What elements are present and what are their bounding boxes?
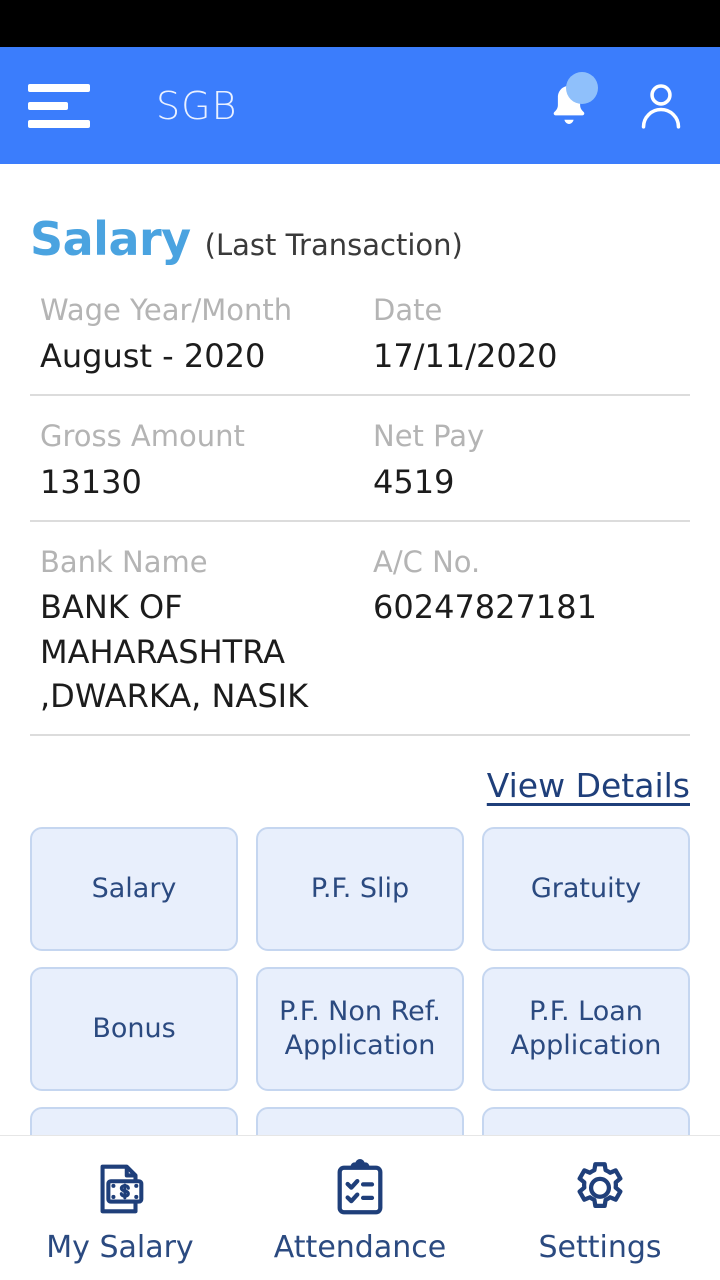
info-cell-date: Date 17/11/2020 [365,292,690,378]
info-label: A/C No. [373,544,481,579]
info-value: 4519 [373,462,455,501]
card-pf-non-ref-application[interactable]: P.F. Non Ref. Application [256,966,464,1091]
card-label: P.F. Loan Application [510,996,662,1061]
card-pf-slip[interactable]: P.F. Slip [256,826,464,951]
info-label: Date [373,293,443,327]
gear-icon [577,1161,623,1208]
bottom-navigation-bar: My Salary Attendance Settings [0,1135,720,1280]
app-bar-actions [546,71,686,132]
clipboard-check-icon [337,1158,383,1214]
view-details-row: View Details [30,736,690,827]
info-cell-account-number: A/C No. 60247827181 [365,544,690,718]
status-bar [0,0,720,47]
nav-item-settings[interactable]: Settings [480,1136,720,1280]
nav-label: My Salary [46,1229,194,1265]
card-label: Bonus [92,1012,176,1044]
nav-label: Attendance [273,1229,447,1265]
notification-badge-dot [566,71,598,104]
card-gratuity[interactable]: Gratuity [482,826,690,951]
info-cell-gross-amount: Gross Amount 13130 [40,418,365,504]
info-cell-net-pay: Net Pay 4519 [365,418,690,504]
app-bar: SGB [0,47,720,164]
card-label: P.F. Non Ref. Application [279,996,441,1061]
info-label: Net Pay [373,418,485,453]
info-cell-bank-name: Bank Name BANK OF MAHARASHTRA ,DWARKA, N… [40,544,365,718]
table-row: Gross Amount 13130 Net Pay 4519 [30,396,690,522]
info-label: Bank Name [40,544,208,579]
info-value: 17/11/2020 [373,336,558,375]
nav-item-attendance[interactable]: Attendance [240,1136,480,1280]
card-bonus[interactable]: Bonus [30,966,238,1091]
document-money-icon [100,1164,144,1213]
table-row: Wage Year/Month August - 2020 Date 17/11… [30,270,690,396]
info-value: 13130 [40,462,142,501]
main-content: Salary (Last Transaction) Wage Year/Mont… [0,164,720,1280]
profile-button[interactable] [636,80,686,132]
info-label: Gross Amount [40,418,245,453]
nav-label: Settings [538,1229,662,1265]
info-value: August - 2020 [40,336,266,375]
info-label: Wage Year/Month [40,293,293,327]
info-value: 60247827181 [373,588,597,627]
app-root: SGB Salary (Last Transaction) Wage Year/… [0,0,720,1280]
info-cell-wage-period: Wage Year/Month August - 2020 [40,292,365,378]
page-subtitle: (Last Transaction) [204,228,463,262]
card-label: P.F. Slip [310,872,410,904]
card-label: Salary [91,872,177,904]
info-value: BANK OF MAHARASHTRA ,DWARKA, NASIK [40,588,309,715]
card-pf-loan-application[interactable]: P.F. Loan Application [482,966,690,1091]
hamburger-menu-icon[interactable] [28,83,90,128]
card-salary[interactable]: Salary [30,826,238,951]
view-details-link[interactable]: View Details [487,766,690,805]
notification-button[interactable] [546,71,598,132]
page-title: Salary [30,212,191,266]
page-header: Salary (Last Transaction) [30,164,690,270]
nav-item-my-salary[interactable]: My Salary [0,1136,240,1280]
person-icon [641,83,681,129]
card-label: Gratuity [530,872,642,904]
app-title: SGB [156,83,238,128]
table-row: Bank Name BANK OF MAHARASHTRA ,DWARKA, N… [30,522,690,736]
